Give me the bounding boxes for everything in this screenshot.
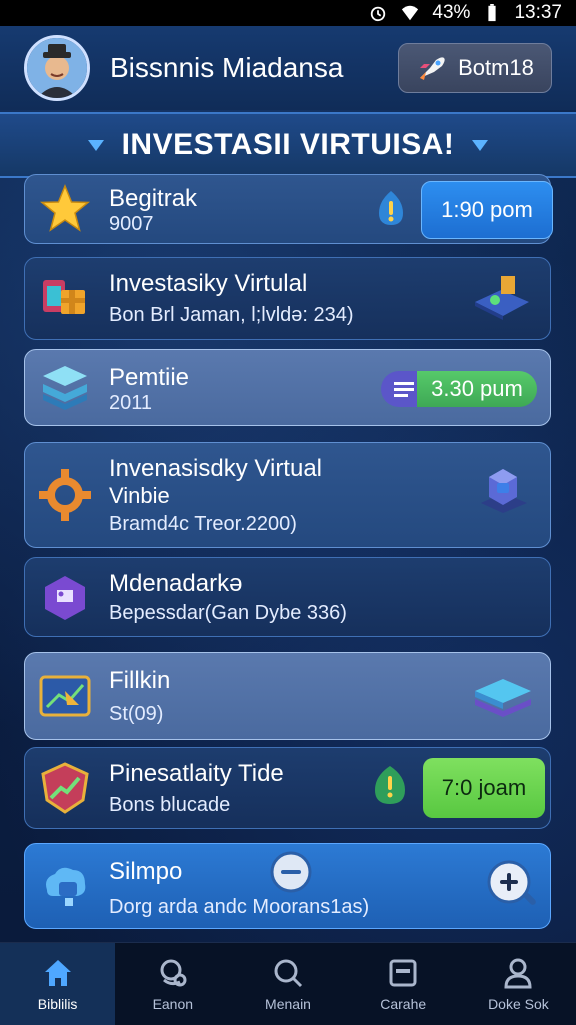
nav-label: Doke Sok bbox=[488, 996, 549, 1012]
shield-chart-icon bbox=[41, 762, 89, 814]
battery-icon bbox=[488, 4, 497, 22]
list-item[interactable]: Mdenadarkə Bepessdar(Gan Dybe 336) bbox=[24, 557, 551, 637]
clock: 13:37 bbox=[514, 2, 562, 23]
zoom-out-icon[interactable] bbox=[269, 850, 313, 894]
item-subtitle: Bramd4c Treor.2200) bbox=[109, 513, 297, 535]
item-subtitle: Bepessdar(Gan Dybe 336) bbox=[109, 602, 347, 624]
notification-bulb-icon bbox=[375, 766, 405, 804]
badge-button[interactable]: 1:90 pom bbox=[421, 181, 553, 239]
list-item[interactable]: Pinesatlaity Tide Bons blucade 7:0 joam bbox=[24, 747, 551, 829]
nav-item-home[interactable]: Biblilis bbox=[0, 943, 116, 1025]
banner-title: INVESTASII VIRTUISA! bbox=[121, 128, 455, 161]
chart-frame-icon bbox=[39, 675, 91, 717]
alarm-icon bbox=[371, 6, 386, 22]
triangle-left-icon bbox=[87, 139, 104, 151]
item-subtitle: Bons blucade bbox=[109, 794, 231, 816]
search-icon bbox=[274, 959, 303, 988]
nav-item-profile[interactable]: Doke Sok bbox=[461, 943, 576, 1025]
list-item[interactable]: Pemtiie 2011 3.30 pum bbox=[24, 349, 551, 426]
badge-button[interactable]: 7:0 joam bbox=[423, 758, 545, 818]
nav-item-search[interactable]: Menain bbox=[230, 943, 345, 1025]
wifi-icon bbox=[402, 5, 419, 21]
cloud-device-icon bbox=[46, 867, 86, 906]
status-bar: 43% 13:37 bbox=[0, 0, 576, 26]
boost-button[interactable]: Botm18 bbox=[398, 43, 552, 93]
alert-drop-icon bbox=[379, 191, 403, 225]
profile-icon bbox=[504, 958, 532, 989]
cube-icon bbox=[481, 469, 527, 513]
app-header: Bissnnis Miadansa Botm18 bbox=[0, 26, 576, 110]
item-title: Begitrak bbox=[109, 185, 198, 212]
battery-percent: 43% bbox=[432, 2, 471, 23]
triangle-right-icon bbox=[472, 139, 489, 151]
gift-box-icon bbox=[43, 280, 85, 314]
item-title-secondary: Vinbie bbox=[109, 483, 170, 508]
rocket-icon bbox=[420, 57, 445, 80]
nav-item-wallet[interactable]: Carahe bbox=[346, 943, 461, 1025]
home-icon bbox=[44, 960, 71, 986]
coins-icon bbox=[160, 959, 187, 987]
wallet-icon bbox=[389, 959, 417, 987]
list-item[interactable]: Fillkin St(09) bbox=[24, 652, 551, 740]
tag-hexagon-icon bbox=[45, 576, 85, 620]
boost-button-label: Botm18 bbox=[458, 55, 534, 80]
avatar-image bbox=[27, 38, 87, 98]
nav-item-coins[interactable]: Eanon bbox=[115, 943, 230, 1025]
list-item[interactable]: Begitrak 9007 1:90 pom bbox=[24, 174, 553, 244]
item-title: Pemtiie bbox=[109, 364, 190, 391]
item-title: Silmpo bbox=[109, 858, 183, 885]
nav-label: Biblilis bbox=[37, 996, 78, 1012]
avatar[interactable] bbox=[24, 35, 90, 101]
nav-label: Carahe bbox=[380, 996, 427, 1012]
section-banner: INVESTASII VIRTUISA! bbox=[0, 112, 576, 178]
item-title: Pinesatlaity Tide bbox=[109, 760, 284, 787]
nav-label: Eanon bbox=[152, 996, 194, 1012]
badge-button[interactable]: 3.30 pum bbox=[417, 371, 537, 407]
item-title: Investasiky Virtulal bbox=[109, 270, 308, 297]
item-subtitle: Bon Brl Jaman, l;lvldə: 234) bbox=[109, 304, 354, 326]
bottom-nav: Biblilis Eanon Menain Carahe Doke Sok bbox=[0, 942, 576, 1025]
item-subtitle: St(09) bbox=[109, 703, 164, 725]
device-stack-icon bbox=[475, 276, 529, 320]
item-title: Fillkin bbox=[109, 667, 171, 694]
app-title: Bissnnis Miadansa bbox=[110, 52, 344, 83]
star-icon bbox=[39, 184, 91, 232]
gear-icon bbox=[39, 469, 91, 521]
nav-label: Menain bbox=[265, 996, 311, 1012]
layers-icon bbox=[43, 366, 87, 410]
item-title: Mdenadarkə bbox=[109, 570, 243, 597]
item-subtitle: 9007 bbox=[109, 213, 154, 235]
stack-tile-icon bbox=[475, 679, 531, 717]
zoom-in-icon[interactable] bbox=[485, 858, 537, 914]
list-item[interactable]: Silmpo Dorg arda andc Moorans1as) bbox=[24, 843, 551, 929]
list-item[interactable]: Investasiky Virtulal Bon Brl Jaman, l;lv… bbox=[24, 257, 551, 340]
item-title: Invenasisdky Virtual bbox=[109, 455, 322, 482]
list-item[interactable]: Invenasisdky Virtual Vinbie Bramd4c Treo… bbox=[24, 442, 551, 548]
item-subtitle: Dorg arda andc Moorans1as) bbox=[109, 896, 370, 918]
item-subtitle: 2011 bbox=[109, 392, 153, 414]
